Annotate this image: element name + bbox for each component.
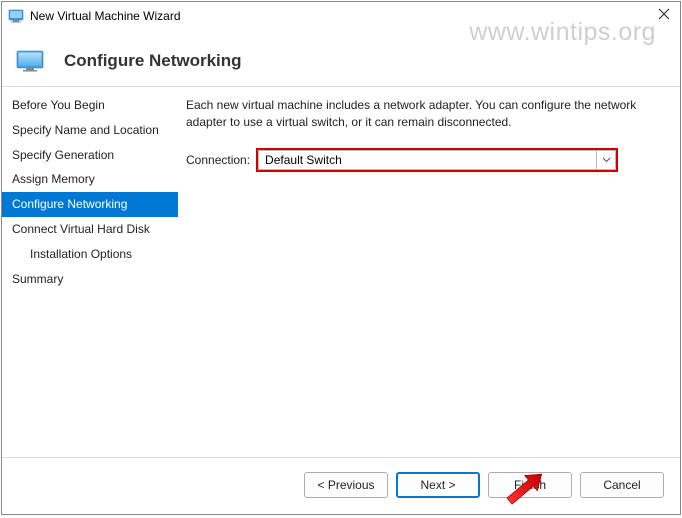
sidebar-item-specify-name-and-location[interactable]: Specify Name and Location	[2, 118, 178, 143]
sidebar-item-specify-generation[interactable]: Specify Generation	[2, 143, 178, 168]
connection-dropdown[interactable]: Default Switch	[256, 148, 618, 172]
sidebar-item-summary[interactable]: Summary	[2, 267, 178, 292]
app-icon	[8, 8, 24, 24]
description-text: Each new virtual machine includes a netw…	[186, 97, 662, 132]
finish-button[interactable]: Finish	[488, 472, 572, 498]
cancel-button[interactable]: Cancel	[580, 472, 664, 498]
sidebar-item-connect-virtual-hard-disk[interactable]: Connect Virtual Hard Disk	[2, 217, 178, 242]
close-button[interactable]	[654, 4, 674, 24]
page-title: Configure Networking	[64, 51, 242, 71]
sidebar-item-before-you-begin[interactable]: Before You Begin	[2, 93, 178, 118]
sidebar-item-configure-networking[interactable]: Configure Networking	[2, 192, 178, 217]
sidebar-item-assign-memory[interactable]: Assign Memory	[2, 167, 178, 192]
connection-value: Default Switch	[258, 150, 596, 170]
previous-button[interactable]: < Previous	[304, 472, 388, 498]
window-title: New Virtual Machine Wizard	[30, 9, 181, 23]
titlebar: New Virtual Machine Wizard	[2, 2, 680, 30]
wizard-footer: < Previous Next > Finish Cancel	[2, 458, 680, 512]
wizard-header-icon	[16, 50, 44, 72]
connection-label: Connection:	[186, 153, 250, 167]
wizard-sidebar: Before You BeginSpecify Name and Locatio…	[2, 87, 178, 457]
connection-row: Connection: Default Switch	[186, 148, 662, 172]
wizard-content: Each new virtual machine includes a netw…	[178, 87, 680, 457]
sidebar-item-installation-options[interactable]: Installation Options	[2, 242, 178, 267]
next-button[interactable]: Next >	[396, 472, 480, 498]
chevron-down-icon	[596, 150, 616, 170]
wizard-header: Configure Networking	[2, 30, 680, 86]
